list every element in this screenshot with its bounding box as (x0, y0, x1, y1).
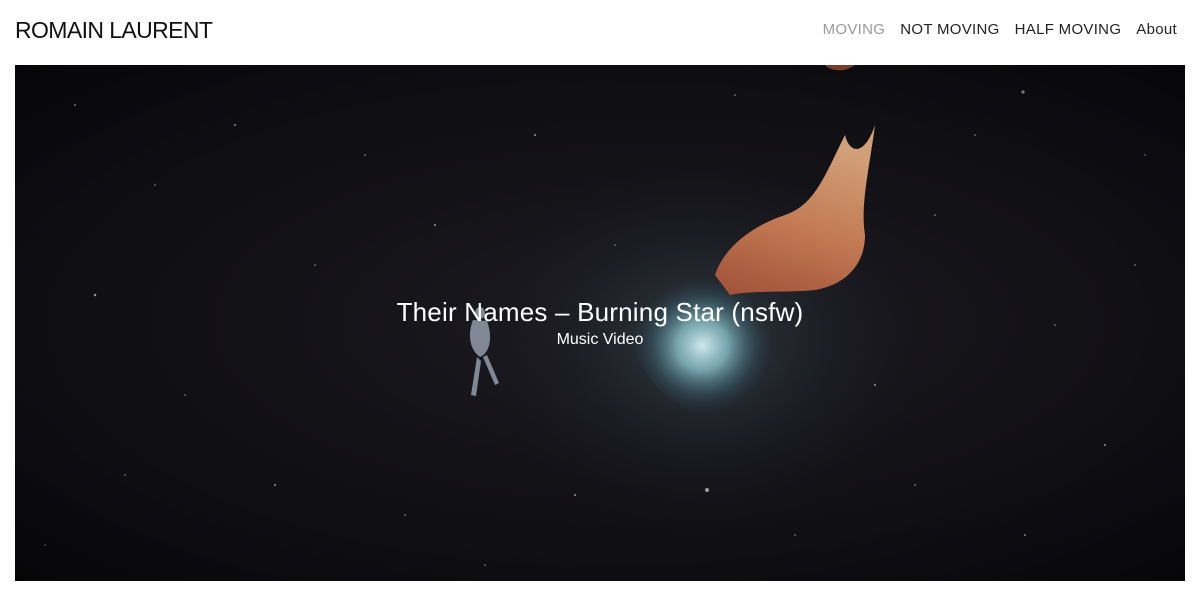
project-category: Music Video (556, 331, 644, 348)
main-nav: MOVING NOT MOVING HALF MOVING About (823, 20, 1177, 40)
site-logo[interactable]: ROMAIN LAURENT (15, 16, 213, 44)
nav-item-moving[interactable]: MOVING (823, 20, 886, 40)
site-header: ROMAIN LAURENT MOVING NOT MOVING HALF MO… (0, 0, 1200, 65)
nav-item-half-moving[interactable]: HALF MOVING (1015, 20, 1122, 40)
project-title[interactable]: Their Names – Burning Star (nsfw) (15, 295, 1185, 329)
hero-caption: Their Names – Burning Star (nsfw) Music … (15, 295, 1185, 351)
nav-item-about[interactable]: About (1136, 20, 1177, 40)
featured-project-hero[interactable]: Their Names – Burning Star (nsfw) Music … (15, 65, 1185, 581)
nav-item-not-moving[interactable]: NOT MOVING (900, 20, 999, 40)
